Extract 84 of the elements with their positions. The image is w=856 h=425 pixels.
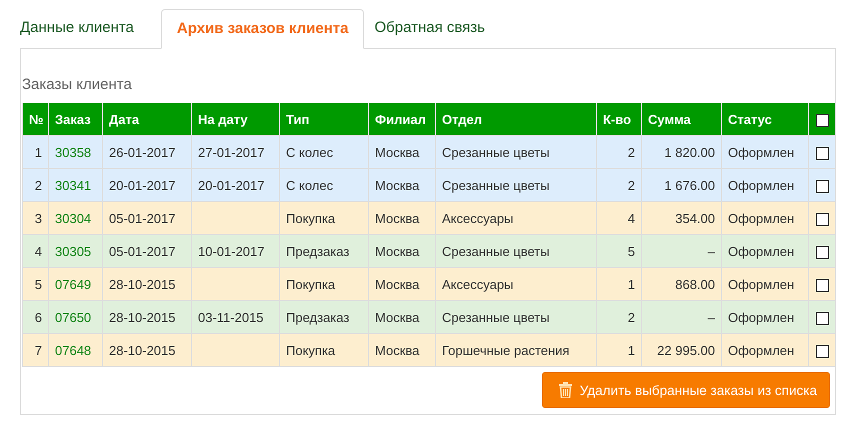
table-cell: 868.00 — [675, 276, 715, 292]
table-cell: 05-01-2017 — [109, 244, 176, 258]
table-cell: – — [708, 244, 715, 258]
table-cell: Оформлен — [728, 144, 794, 160]
table-cell: 1 676.00 — [664, 178, 715, 192]
table-cell: 26-01-2017 — [109, 144, 176, 160]
table-cell: 1 — [34, 144, 42, 160]
table-cell: Аксессуары — [442, 276, 514, 292]
table-cell: Оформлен — [728, 244, 794, 258]
column-header: Сумма — [642, 103, 722, 136]
checkbox[interactable] — [816, 312, 828, 325]
table-cell: 5 — [34, 276, 42, 292]
table-cell: Оформлен — [728, 342, 794, 358]
table-cell: Москва — [375, 178, 420, 192]
table-cell: 6 — [34, 310, 42, 324]
table-cell: С колес — [286, 178, 334, 192]
section-title: Заказы клиента — [22, 76, 133, 93]
tab[interactable]: Архив заказов клиента — [160, 9, 364, 49]
table-cell: Оформлен — [728, 310, 794, 324]
checkbox[interactable] — [816, 344, 828, 358]
table-cell: 4 — [628, 210, 635, 226]
table-cell: 7 — [34, 342, 42, 358]
trash-icon — [558, 382, 572, 398]
table-cell: 10-01-2017 — [198, 244, 264, 258]
column-header: Статус — [722, 103, 808, 136]
table-cell: Москва — [375, 144, 420, 160]
table-cell: Горшечные растения — [442, 342, 570, 358]
table-cell: Аксессуары — [442, 210, 514, 226]
table-cell: 05-01-2017 — [109, 210, 176, 226]
checkbox[interactable] — [816, 114, 828, 127]
table-cell: 2 — [628, 310, 635, 324]
table-cell: Срезанные цветы — [442, 310, 550, 324]
table-cell: 28-10-2015 — [109, 342, 176, 358]
table-cell: 2 — [628, 144, 635, 160]
table-cell: 5 — [628, 244, 635, 258]
table-cell: 4 — [34, 244, 42, 258]
tab[interactable]: Данные клиента — [20, 9, 148, 48]
checkbox[interactable] — [816, 146, 828, 160]
table-cell: Оформлен — [728, 178, 794, 192]
table-cell: 22 995.00 — [657, 342, 715, 358]
table-cell: 28-10-2015 — [109, 310, 176, 324]
column-header: К-во — [596, 103, 642, 136]
checkbox[interactable] — [816, 180, 828, 193]
table-cell: – — [708, 310, 715, 324]
table-cell: 27-01-2017 — [198, 144, 264, 160]
table-cell: Оформлен — [728, 210, 794, 226]
table-cell: Москва — [375, 244, 420, 258]
table-cell: Оформлен — [728, 276, 794, 292]
table-cell: 20-01-2017 — [198, 178, 264, 192]
table-cell: Москва — [375, 210, 420, 226]
column-header: Филиал — [368, 103, 436, 136]
table-cell: Покупка — [286, 342, 336, 358]
table-cell: Москва — [375, 310, 420, 324]
column-header: Отдел — [436, 103, 596, 136]
delete-button[interactable]: Удалить выбранные заказы из списка — [542, 372, 830, 408]
column-header: № — [22, 103, 48, 136]
table-cell: Москва — [375, 342, 420, 358]
table-cell: Срезанные цветы — [442, 144, 550, 160]
table-cell: Москва — [375, 276, 420, 292]
column-header: Заказ — [48, 103, 102, 136]
table-cell: 1 — [628, 276, 635, 292]
column-header: На дату — [192, 103, 280, 136]
table-cell: 1 — [628, 342, 635, 358]
table-cell: 20-01-2017 — [109, 178, 176, 192]
checkbox[interactable] — [816, 246, 828, 259]
table-cell: Срезанные цветы — [442, 178, 550, 192]
table-cell: 1 820.00 — [664, 144, 715, 160]
table-cell: Срезанные цветы — [442, 244, 550, 258]
column-header: Дата — [102, 103, 192, 136]
column-header: Тип — [280, 103, 368, 136]
table-cell: 28-10-2015 — [109, 276, 176, 292]
table-cell: 2 — [628, 178, 635, 192]
table-cell: 2 — [34, 178, 42, 192]
table-cell: Предзаказ — [286, 244, 350, 258]
table-cell: 3 — [34, 210, 42, 226]
table-cell: Покупка — [286, 276, 336, 292]
table-cell: С колес — [286, 144, 334, 160]
tab[interactable]: Обратная связь — [374, 9, 499, 48]
table-cell: Покупка — [286, 210, 336, 226]
table-cell: 354.00 — [675, 210, 715, 226]
table-cell: 03-11-2015 — [198, 310, 264, 324]
checkbox[interactable] — [816, 212, 828, 226]
checkbox[interactable] — [816, 278, 828, 292]
table-cell: Предзаказ — [286, 310, 350, 324]
